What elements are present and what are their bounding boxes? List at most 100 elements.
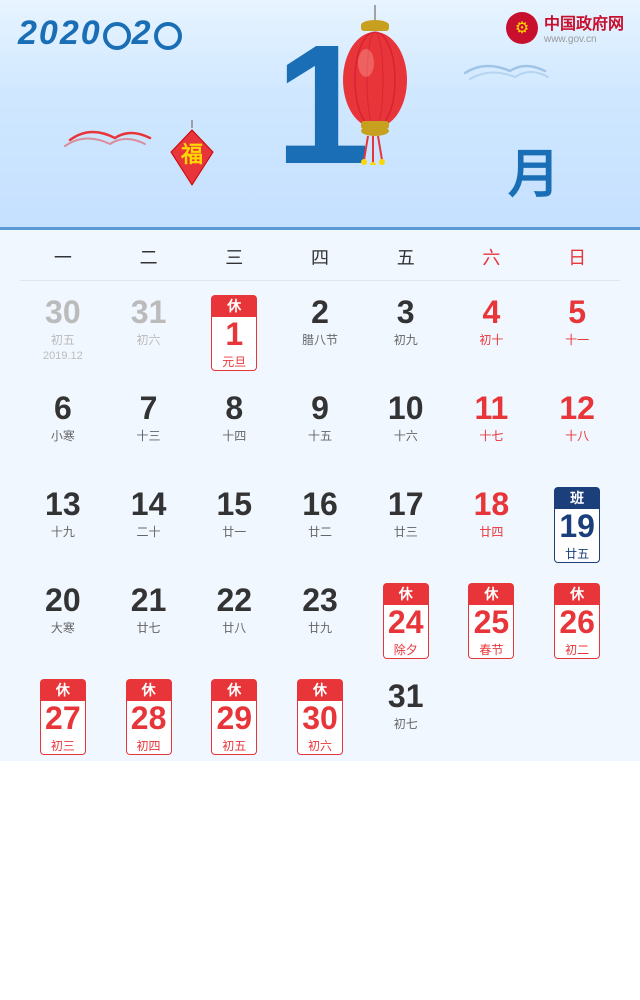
day-box: 28 初四 (126, 701, 172, 755)
lunar-text: 初七 (394, 715, 418, 732)
day-number: 23 (302, 583, 338, 618)
cal-cell-jan28: 休 28 初四 (106, 673, 192, 761)
day-number: 27 (41, 701, 85, 736)
day-number: 2 (311, 295, 329, 330)
day-number: 21 (131, 583, 167, 618)
holiday-badge: 休 (211, 295, 257, 317)
day-number: 6 (54, 391, 72, 426)
gov-url: www.gov.cn (544, 34, 624, 45)
day-box: 29 初五 (211, 701, 257, 755)
holiday-badge: 休 (554, 583, 600, 605)
cal-cell-jan4: 4 初十 (449, 289, 535, 377)
cal-cell-jan20: 20 大寒 (20, 577, 106, 665)
cal-cell-jan9: 9 十五 (277, 385, 363, 473)
lunar-text: 二十 (137, 523, 161, 540)
weekday-mon: 一 (20, 244, 106, 270)
cal-cell-jan6: 6 小寒 (20, 385, 106, 473)
holiday-badge: 休 (211, 679, 257, 701)
calendar-header: 20202 ⚙ 中国政府网 www.gov.cn 1 (0, 0, 640, 230)
day-number: 9 (311, 391, 329, 426)
day-number: 19 (555, 509, 599, 544)
logo-2b: 2 (132, 14, 153, 52)
gov-emblem-icon: ⚙ (506, 12, 538, 44)
svg-text:福: 福 (180, 142, 203, 167)
year-logo: 20202 (18, 14, 183, 53)
cal-cell-jan2: 2 腊八节 (277, 289, 363, 377)
cal-cell-jan16: 16 廿二 (277, 481, 363, 569)
lantern-decoration (330, 5, 420, 170)
cal-cell-jan11: 11 十七 (449, 385, 535, 473)
cal-cell-empty1 (449, 673, 535, 761)
weekday-fri: 五 (363, 244, 449, 270)
cal-cell-jan1: 休 1 元旦 (191, 289, 277, 377)
weekday-tue: 二 (106, 244, 192, 270)
day-number: 3 (397, 295, 415, 330)
holiday-badge: 休 (383, 583, 429, 605)
weekday-wed: 三 (191, 244, 277, 270)
lunar-text: 初六 (137, 331, 161, 348)
cal-cell-jan26: 休 26 初二 (534, 577, 620, 665)
day-number: 20 (45, 583, 81, 618)
cal-cell-jan25: 休 25 春节 (449, 577, 535, 665)
lunar-text: 初五 (212, 737, 256, 754)
cal-cell-jan13: 13 十九 (20, 481, 106, 569)
cal-cell-jan31: 31 初七 (363, 673, 449, 761)
yue-character: 月 (508, 132, 560, 207)
lunar-text: 十八 (565, 427, 589, 444)
lunar-text: 廿四 (479, 523, 503, 540)
lunar-text: 十三 (137, 427, 161, 444)
cal-cell-jan27: 休 27 初三 (20, 673, 106, 761)
lunar-text: 十七 (479, 427, 503, 444)
day-number: 22 (216, 583, 252, 618)
cal-cell-jan22: 22 廿八 (191, 577, 277, 665)
day-number: 24 (384, 605, 428, 640)
gov-logo-block: ⚙ 中国政府网 www.gov.cn (506, 10, 624, 45)
cal-cell-jan12: 12 十八 (534, 385, 620, 473)
calendar-body: 一 二 三 四 五 六 日 30 初五 2019.12 31 初六 休 1 (0, 230, 640, 761)
day-number: 28 (127, 701, 171, 736)
holiday-badge: 休 (40, 679, 86, 701)
day-number: 11 (475, 391, 509, 426)
lunar-text: 廿八 (222, 619, 246, 636)
cal-cell-jan24: 休 24 除夕 (363, 577, 449, 665)
day-number: 30 (298, 701, 342, 736)
gov-name: 中国政府网 (544, 10, 624, 34)
cal-cell-jan19: 班 19 廿五 (534, 481, 620, 569)
day-number: 30 (45, 295, 81, 330)
cal-cell-jan14: 14 二十 (106, 481, 192, 569)
cloud-right-decoration (460, 55, 550, 88)
lunar-text: 廿七 (137, 619, 161, 636)
cloud-left-decoration (60, 120, 160, 153)
day-number: 17 (388, 487, 424, 522)
lunar-text: 初二 (555, 641, 599, 658)
weekday-thu: 四 (277, 244, 363, 270)
day-number: 13 (45, 487, 81, 522)
cal-cell-dec30: 30 初五 2019.12 (20, 289, 106, 377)
lunar-text: 初九 (394, 331, 418, 348)
cal-row-3: 13 十九 14 二十 15 廿一 16 廿二 17 廿三 (20, 473, 620, 569)
cal-cell-jan29: 休 29 初五 (191, 673, 277, 761)
workday-badge: 班 (554, 487, 600, 509)
day-number: 4 (483, 295, 501, 330)
day-box: 25 春节 (468, 605, 514, 659)
day-number: 15 (216, 487, 252, 522)
lunar-text: 廿九 (308, 619, 332, 636)
day-box: 19 廿五 (554, 509, 600, 563)
lunar-text: 十四 (222, 427, 246, 444)
cal-cell-jan5: 5 十一 (534, 289, 620, 377)
day-box: 27 初三 (40, 701, 86, 755)
lunar-text: 初四 (127, 737, 171, 754)
lunar-text: 大寒 (51, 619, 75, 636)
cal-cell-jan10: 10 十六 (363, 385, 449, 473)
day-number: 26 (555, 605, 599, 640)
cal-cell-jan23: 23 廿九 (277, 577, 363, 665)
lunar-text: 初十 (479, 331, 503, 348)
weekday-header: 一 二 三 四 五 六 日 (20, 230, 620, 281)
lunar-text: 十五 (308, 427, 332, 444)
day-number: 7 (140, 391, 158, 426)
cal-cell-jan18: 18 廿四 (449, 481, 535, 569)
day-number: 1 (212, 317, 256, 352)
lunar-text: 元旦 (212, 353, 256, 370)
lunar-text: 腊八节 (302, 331, 338, 348)
logo-zero1 (103, 22, 131, 50)
